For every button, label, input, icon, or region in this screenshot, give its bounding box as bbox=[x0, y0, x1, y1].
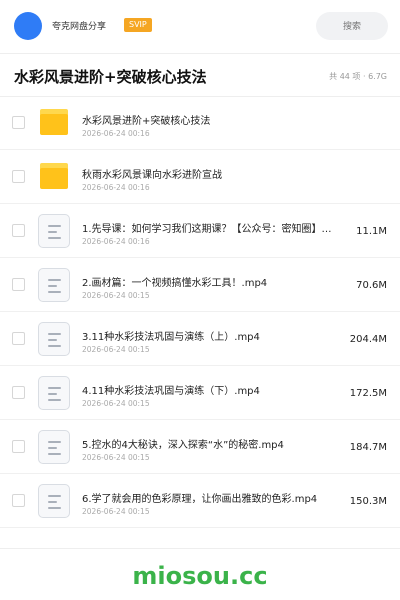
file-size: 204.4M bbox=[349, 334, 387, 345]
list-item-file[interactable]: 4.11种水彩技法巩固与演练（下）.mp4 2026-06-24 00:15 1… bbox=[0, 366, 400, 420]
item-count-size: 共 44 项 · 6.7G bbox=[329, 72, 387, 81]
row-checkbox[interactable] bbox=[12, 224, 25, 237]
document-icon bbox=[38, 214, 70, 248]
file-name: 1.先导课：如何学习我们这期课？【公众号：密知圈】… bbox=[82, 224, 332, 235]
row-checkbox[interactable] bbox=[12, 278, 25, 291]
row-checkbox[interactable] bbox=[12, 170, 25, 183]
file-size: 150.3M bbox=[349, 496, 387, 507]
document-icon bbox=[38, 268, 70, 302]
svip-badge: SVIP bbox=[124, 18, 152, 32]
footer-divider bbox=[0, 548, 400, 549]
row-checkbox[interactable] bbox=[12, 386, 25, 399]
watermark: miosou.cc bbox=[132, 562, 268, 590]
file-date: 2026-06-24 00:16 bbox=[82, 183, 150, 192]
file-name: 3.11种水彩技法巩固与演练（上）.mp4 bbox=[82, 332, 260, 343]
file-size: 70.6M bbox=[356, 280, 387, 291]
list-item-file[interactable]: 1.先导课：如何学习我们这期课？【公众号：密知圈】… 2026-06-24 00… bbox=[0, 204, 400, 258]
file-date: 2026-06-24 00:15 bbox=[82, 507, 150, 516]
file-date: 2026-06-24 00:15 bbox=[82, 453, 150, 462]
folder-icon bbox=[40, 109, 68, 135]
document-icon bbox=[38, 322, 70, 356]
file-size: 11.1M bbox=[356, 226, 387, 237]
file-date: 2026-06-24 00:16 bbox=[82, 237, 150, 246]
list-item-file[interactable]: 2.画材篇：一个视频搞懂水彩工具！.mp4 2026-06-24 00:15 7… bbox=[0, 258, 400, 312]
file-name: 6.学了就会用的色彩原理，让你画出雅致的色彩.mp4 bbox=[82, 494, 318, 505]
folder-icon bbox=[40, 163, 68, 189]
list-item-file[interactable]: 3.11种水彩技法巩固与演练（上）.mp4 2026-06-24 00:15 2… bbox=[0, 312, 400, 366]
row-checkbox[interactable] bbox=[12, 494, 25, 507]
file-name: 4.11种水彩技法巩固与演练（下）.mp4 bbox=[82, 386, 260, 397]
file-date: 2026-06-24 00:15 bbox=[82, 399, 150, 408]
app-name: 夸克网盘分享 bbox=[52, 22, 107, 32]
file-name: 水彩风景进阶+突破核心技法 bbox=[82, 116, 211, 127]
file-size: 172.5M bbox=[349, 388, 387, 399]
file-name: 秋雨水彩风景课向水彩进阶宣战 bbox=[82, 170, 222, 181]
file-date: 2026-06-24 00:16 bbox=[82, 129, 150, 138]
page-title: 水彩风景进阶+突破核心技法 bbox=[14, 68, 207, 86]
search-input[interactable] bbox=[316, 12, 388, 40]
document-icon bbox=[38, 430, 70, 464]
header: 夸克网盘分享 SVIP bbox=[0, 0, 400, 52]
list-item-folder[interactable]: 秋雨水彩风景课向水彩进阶宣战 2026-06-24 00:16 bbox=[0, 150, 400, 204]
list-item-file[interactable]: 6.学了就会用的色彩原理，让你画出雅致的色彩.mp4 2026-06-24 00… bbox=[0, 474, 400, 528]
file-name: 2.画材篇：一个视频搞懂水彩工具！.mp4 bbox=[82, 278, 268, 289]
list-item-file[interactable]: 5.控水的4大秘诀，深入探索“水”的秘密.mp4 2026-06-24 00:1… bbox=[0, 420, 400, 474]
file-list: 水彩风景进阶+突破核心技法 2026-06-24 00:16 秋雨水彩风景课向水… bbox=[0, 96, 400, 528]
row-checkbox[interactable] bbox=[12, 116, 25, 129]
list-item-folder[interactable]: 水彩风景进阶+突破核心技法 2026-06-24 00:16 bbox=[0, 96, 400, 150]
file-date: 2026-06-24 00:15 bbox=[82, 291, 150, 300]
file-name: 5.控水的4大秘诀，深入探索“水”的秘密.mp4 bbox=[82, 440, 284, 451]
document-icon bbox=[38, 376, 70, 410]
file-date: 2026-06-24 00:15 bbox=[82, 345, 150, 354]
document-icon bbox=[38, 484, 70, 518]
row-checkbox[interactable] bbox=[12, 440, 25, 453]
title-bar: 水彩风景进阶+突破核心技法 共 44 项 · 6.7G bbox=[0, 54, 400, 96]
row-checkbox[interactable] bbox=[12, 332, 25, 345]
file-size: 184.7M bbox=[349, 442, 387, 453]
avatar[interactable] bbox=[14, 12, 42, 40]
